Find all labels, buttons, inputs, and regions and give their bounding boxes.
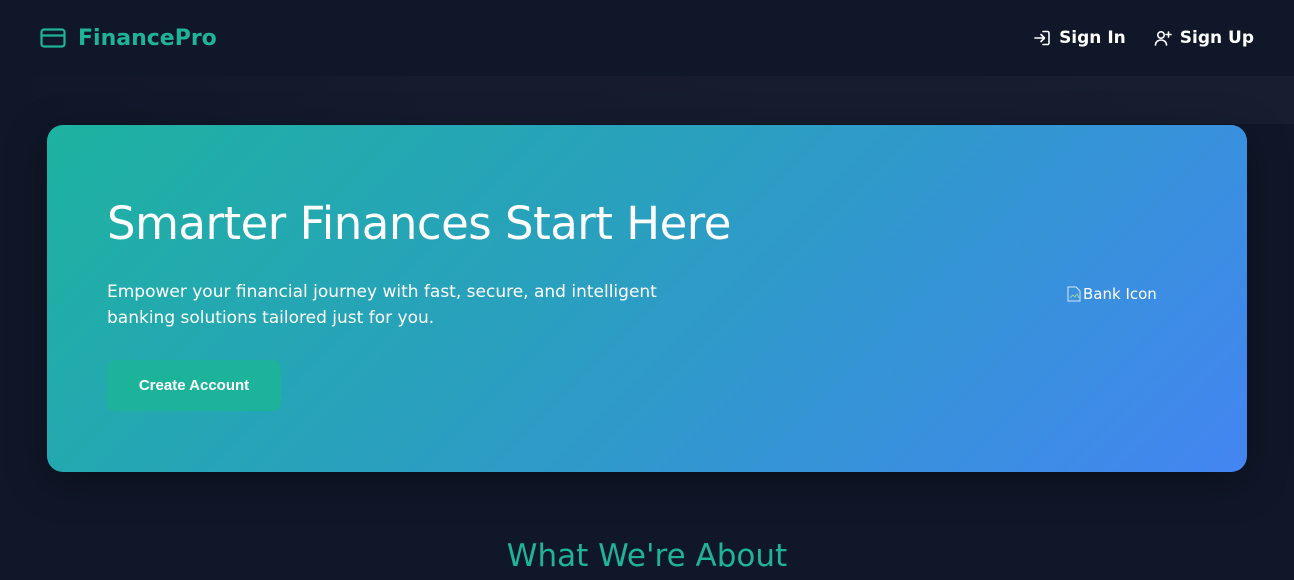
image-alt-text: Bank Icon (1083, 285, 1157, 303)
bank-icon-image: Bank Icon (1067, 285, 1157, 303)
top-header: FinancePro Sign In Sign Up (0, 0, 1294, 76)
sign-in-icon (1033, 29, 1051, 47)
hero-title: Smarter Finances Start Here (107, 197, 731, 250)
sign-up-link[interactable]: Sign Up (1154, 28, 1254, 48)
sign-in-label: Sign In (1059, 28, 1126, 48)
brand-name: FinancePro (78, 25, 217, 51)
sign-up-label: Sign Up (1179, 28, 1254, 48)
credit-card-icon (40, 28, 66, 48)
hero-banner: Smarter Finances Start Here Empower your… (47, 125, 1247, 472)
section-title: What We're About (506, 538, 788, 574)
main-nav: Sign In Sign Up (1033, 28, 1254, 48)
landing-page: FinancePro Sign In Sign Up Smarter Finan… (0, 0, 1294, 580)
hero-description: Empower your financial journey with fast… (107, 282, 657, 328)
create-account-button[interactable]: Create Account (107, 360, 281, 411)
broken-image-icon (1067, 286, 1081, 302)
user-plus-icon (1154, 29, 1172, 47)
header-shadow-band (0, 76, 1294, 124)
sign-in-link[interactable]: Sign In (1033, 28, 1126, 48)
brand[interactable]: FinancePro (40, 26, 217, 51)
